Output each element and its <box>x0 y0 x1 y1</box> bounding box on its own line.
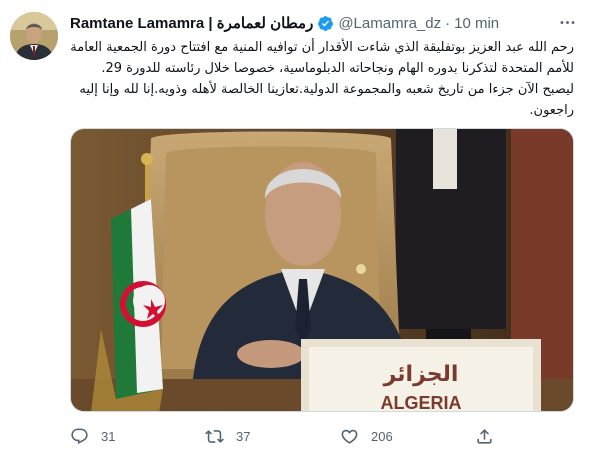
author-handle[interactable]: @Lamamra_dz <box>338 15 441 32</box>
separator-dot: · <box>445 14 451 32</box>
retweet-button[interactable]: 37 <box>205 425 250 447</box>
placard-latin-text: ALGERIA <box>381 393 462 412</box>
tweet-actions: 31 37 206 <box>70 425 500 447</box>
like-icon <box>341 429 358 444</box>
tweet-header: Ramtane Lamamra | رمطان لعمامرة @Lamamra… <box>70 13 499 33</box>
like-button[interactable]: 206 <box>340 425 393 447</box>
reply-count: 31 <box>101 428 116 444</box>
tweet-text: رحم الله عبد العزيز بوتفليقة الذي شاءت ا… <box>70 40 574 118</box>
tweet[interactable]: Ramtane Lamamra | رمطان لعمامرة @Lamamra… <box>0 0 590 457</box>
share-button[interactable] <box>475 425 494 447</box>
reply-icon <box>71 428 88 444</box>
more-icon[interactable] <box>555 12 579 32</box>
share-icon <box>477 428 492 444</box>
reply-button[interactable]: 31 <box>70 425 115 447</box>
avatar[interactable] <box>10 12 58 60</box>
retweet-count: 37 <box>236 428 251 444</box>
like-count: 206 <box>371 428 393 444</box>
verified-badge-icon <box>317 15 334 32</box>
placard-arabic-text: الجزائر <box>383 362 459 387</box>
author-display-name[interactable]: Ramtane Lamamra | رمطان لعمامرة <box>70 14 313 32</box>
timestamp[interactable]: 10 min <box>454 15 499 32</box>
tweet-photo[interactable]: الجزائر ALGERIA <box>70 128 574 412</box>
retweet-icon <box>205 429 224 443</box>
